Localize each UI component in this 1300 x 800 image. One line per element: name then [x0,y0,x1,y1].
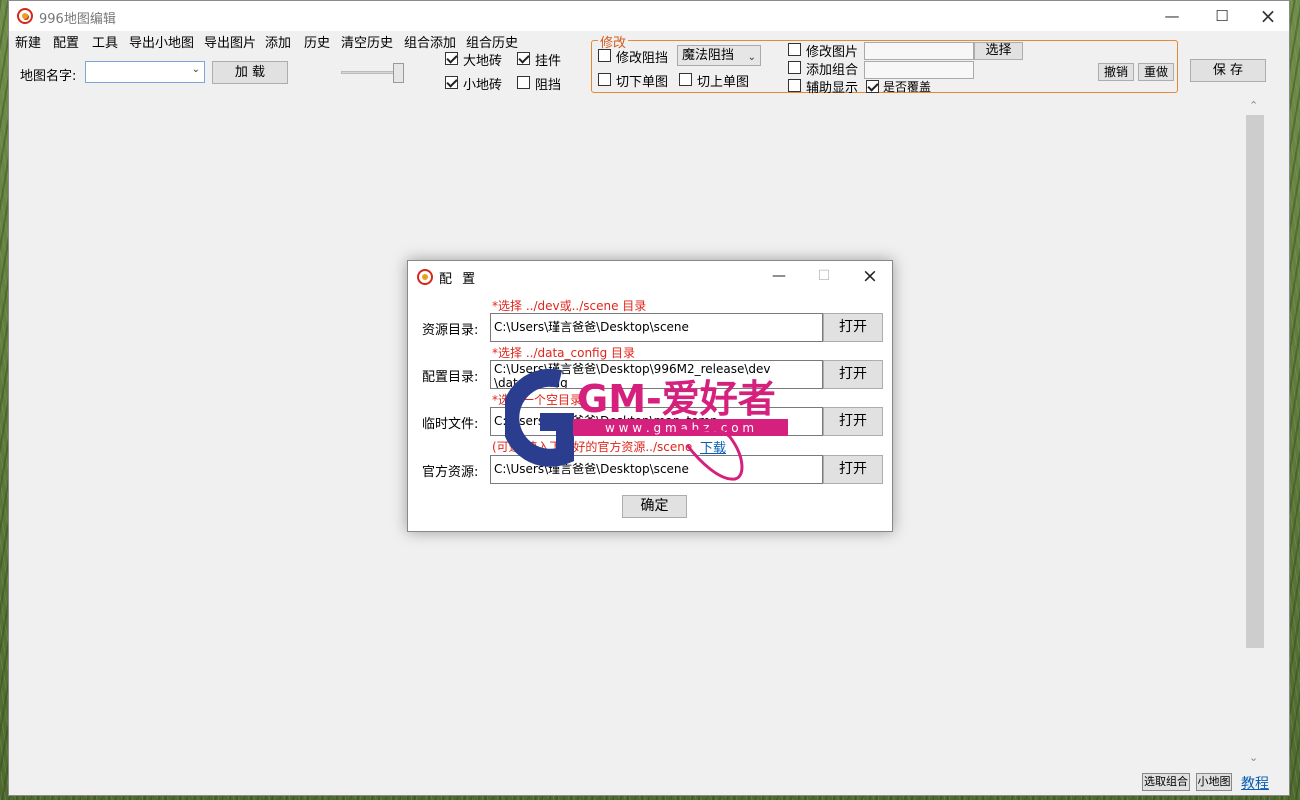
cut-up-label: 切上单图 [697,75,750,90]
block-type-value: 魔法阻挡 [682,48,735,63]
temp-file-open-button[interactable]: 打开 [823,407,883,436]
resource-dir-hint: *选择 ../dev或../scene 目录 [492,299,647,313]
add-combo-input[interactable] [864,61,974,79]
pendant-label: 挂件 [535,54,562,69]
watermark-text: GM-爱好者 [577,377,776,421]
cut-up-checkbox[interactable] [679,73,692,86]
dialog-title: 配 置 [439,272,479,287]
small-tile-checkbox[interactable] [445,76,458,89]
resource-dir-input[interactable]: C:\Users\瑾言爸爸\Desktop\scene [490,313,823,342]
select-image-button[interactable]: 选择 [974,42,1023,60]
config-dir-label: 配置目录: [422,370,479,385]
add-combo-checkbox[interactable] [788,61,801,74]
modify-block-checkbox[interactable] [598,49,611,62]
block-type-select[interactable]: 魔法阻挡 ⌄ [677,45,761,66]
zoom-slider-thumb[interactable] [393,63,404,83]
aux-display-label: 辅助显示 [806,81,859,96]
watermark-g-shape [505,368,574,467]
big-tile-label: 大地砖 [463,54,503,69]
pendant-checkbox[interactable] [517,52,530,65]
dialog-close-button[interactable]: × [855,265,885,287]
menu-clear-history[interactable]: 清空历史 [341,32,393,51]
temp-file-label: 临时文件: [422,417,479,432]
modify-image-path-input[interactable] [864,42,974,60]
menu-export-minimap[interactable]: 导出小地图 [129,32,194,51]
undo-button[interactable]: 撤销 [1098,63,1134,81]
redo-button[interactable]: 重做 [1138,63,1174,81]
big-tile-checkbox[interactable] [445,52,458,65]
modify-block-label: 修改阻挡 [616,51,669,66]
vertical-scrollbar-thumb[interactable] [1246,115,1264,648]
add-combo-label: 添加组合 [806,63,859,78]
watermark-scribble [676,427,744,481]
dialog-maximize-button: ☐ [817,268,831,284]
map-name-label: 地图名字: [20,69,77,84]
menu-combo-add[interactable]: 组合添加 [404,32,456,51]
official-resource-label: 官方资源: [422,465,479,480]
modify-image-checkbox[interactable] [788,43,801,56]
watermark-url: w w w . g m a h z . c o m [605,421,754,435]
resource-dir-open-button[interactable]: 打开 [823,313,883,342]
block-label: 阻挡 [535,78,562,93]
minimap-button[interactable]: 小地图 [1196,773,1232,791]
scroll-up-arrow-icon[interactable]: ⌃ [1249,99,1258,112]
menu-history[interactable]: 历史 [304,32,330,51]
map-name-combo[interactable]: ⌄ [85,61,205,83]
modify-image-label: 修改图片 [806,45,859,60]
menu-tools[interactable]: 工具 [92,32,118,51]
dialog-app-icon [417,269,433,285]
chevron-down-icon: ⌄ [191,64,200,75]
cut-down-label: 切下单图 [616,75,669,90]
menu-export-image[interactable]: 导出图片 [204,32,256,51]
maximize-button[interactable]: ☐ [1199,1,1245,31]
aux-display-checkbox[interactable] [788,79,801,92]
close-button[interactable]: × [1245,1,1291,31]
menu-add[interactable]: 添加 [265,32,291,51]
cut-down-checkbox[interactable] [598,73,611,86]
title-bar: 996地图编辑 — ☐ × [9,1,1289,31]
resource-dir-label: 资源目录: [422,323,479,338]
overwrite-label: 是否覆盖 [883,80,932,94]
window-title: 996地图编辑 [39,12,116,27]
small-tile-label: 小地砖 [463,78,503,93]
ok-button[interactable]: 确定 [622,495,687,518]
config-dir-hint: *选择 ../data_config 目录 [492,346,636,360]
app-logo-icon [17,8,33,24]
menu-config[interactable]: 配置 [53,32,79,51]
menu-combo-history[interactable]: 组合历史 [466,32,518,51]
select-combo-button[interactable]: 选取组合 [1142,773,1190,791]
dialog-minimize-button[interactable]: — [764,265,794,287]
tutorial-link[interactable]: 教程 [1241,773,1269,793]
save-button[interactable]: 保 存 [1190,59,1266,82]
config-dir-open-button[interactable]: 打开 [823,360,883,389]
load-button[interactable]: 加 载 [212,61,288,84]
menu-new[interactable]: 新建 [15,32,41,51]
chevron-down-icon: ⌄ [747,52,756,63]
official-resource-open-button[interactable]: 打开 [823,455,883,484]
overwrite-checkbox[interactable] [866,80,879,93]
minimize-button[interactable]: — [1149,1,1195,31]
scroll-down-arrow-icon[interactable]: ⌄ [1249,751,1258,764]
gm-watermark-logo: GM-爱好者 w w w . g m a h z . c o m [505,368,788,481]
block-checkbox[interactable] [517,76,530,89]
